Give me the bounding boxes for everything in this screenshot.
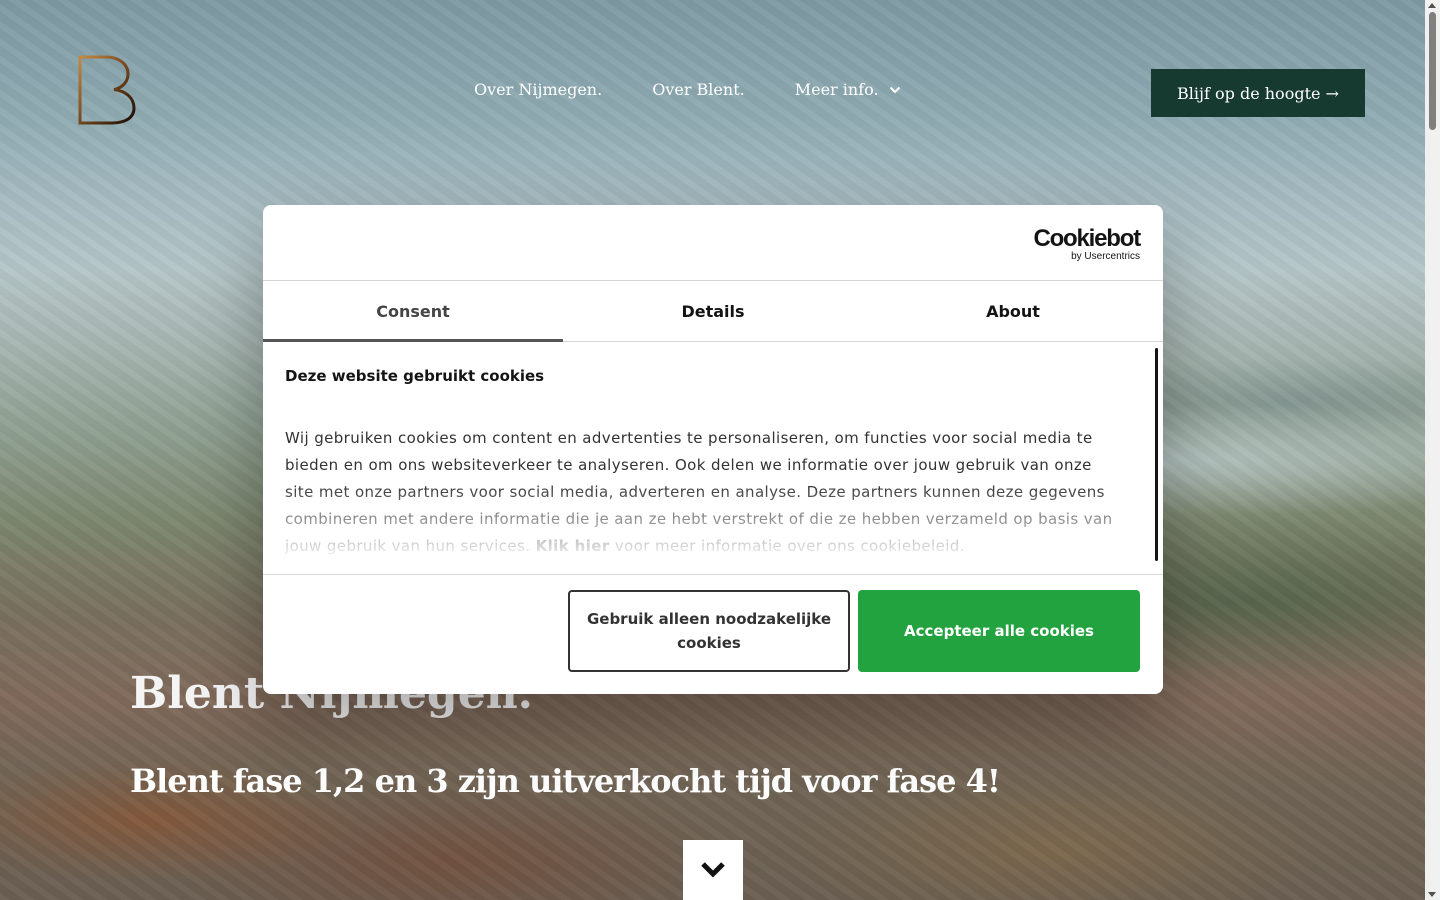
scroll-down-arrow-icon[interactable]: [1428, 892, 1436, 897]
tab-about[interactable]: About: [863, 281, 1163, 341]
page-scrollbar[interactable]: [1425, 0, 1440, 900]
scrollbar-thumb[interactable]: [1429, 12, 1436, 130]
dialog-body: Deze website gebruikt cookies Wij gebrui…: [263, 342, 1163, 575]
stay-updated-button[interactable]: Blijf op de hoogte →: [1151, 69, 1365, 117]
nav-item-label: Over Nijmegen.: [474, 80, 603, 99]
cookie-policy-link[interactable]: Klik hier: [536, 537, 610, 555]
cookie-consent-dialog: Cookiebot by Usercentrics Consent Detail…: [263, 205, 1163, 694]
description-text-after-link: voor meer informatie over ons cookiebele…: [614, 537, 965, 555]
blent-logo[interactable]: [78, 55, 138, 125]
dialog-description: Wij gebruiken cookies om content en adve…: [285, 425, 1123, 560]
main-nav: Over Nijmegen. Over Blent. Meer info.: [474, 80, 901, 99]
cookiebot-brand: Cookiebot: [1033, 225, 1141, 252]
nav-item-label: Meer info.: [794, 80, 879, 99]
necessary-cookies-button[interactable]: Gebruik alleen noodzakelijke cookies: [568, 590, 850, 672]
tab-details[interactable]: Details: [563, 281, 863, 341]
dialog-header: Cookiebot by Usercentrics: [263, 205, 1163, 281]
dialog-footer: Gebruik alleen noodzakelijke cookies Acc…: [263, 574, 1163, 694]
chevron-down-icon: [889, 86, 900, 93]
chevron-down-icon: [701, 862, 725, 878]
dialog-tabs: Consent Details About: [263, 281, 1163, 342]
cookiebot-byline: by Usercentrics: [1071, 251, 1140, 262]
dialog-heading: Deze website gebruikt cookies: [285, 367, 545, 385]
dialog-body-scrollbar[interactable]: [1155, 348, 1158, 561]
cookiebot-logo[interactable]: Cookiebot by Usercentrics: [1033, 225, 1141, 262]
nav-item-over-nijmegen[interactable]: Over Nijmegen.: [474, 80, 602, 99]
nav-item-label: Over Blent.: [652, 80, 745, 99]
tab-consent[interactable]: Consent: [263, 281, 563, 342]
nav-item-meer-info[interactable]: Meer info.: [795, 80, 901, 99]
blent-b-logo-icon: [78, 55, 136, 125]
accept-all-cookies-button[interactable]: Accepteer alle cookies: [858, 590, 1140, 672]
nav-item-over-blent[interactable]: Over Blent.: [652, 80, 745, 99]
scroll-up-arrow-icon[interactable]: [1428, 3, 1436, 8]
hero-subtitle: Blent fase 1,2 en 3 zijn uitverkocht tij…: [130, 762, 1001, 800]
scroll-down-button[interactable]: [683, 840, 743, 900]
